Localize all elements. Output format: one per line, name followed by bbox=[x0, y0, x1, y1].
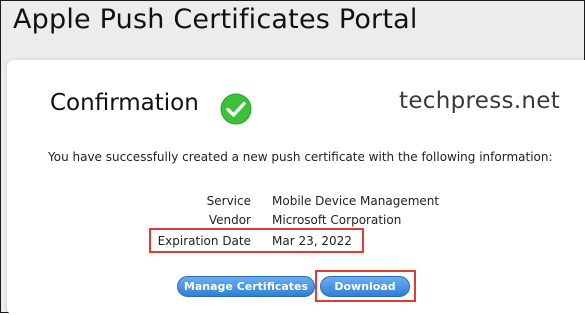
expiration-date-highlight bbox=[149, 228, 364, 253]
confirmation-heading: Confirmation bbox=[50, 90, 199, 116]
checkmark-icon bbox=[220, 93, 252, 125]
vendor-value: Microsoft Corporation bbox=[272, 213, 402, 227]
success-message: You have successfully created a new push… bbox=[48, 150, 553, 164]
page-title: Apple Push Certificates Portal bbox=[13, 4, 418, 35]
vendor-label: Vendor bbox=[208, 213, 251, 227]
manage-certificates-button[interactable]: Manage Certificates bbox=[177, 276, 315, 297]
service-value: Mobile Device Management bbox=[272, 194, 440, 208]
download-highlight bbox=[315, 270, 416, 302]
watermark-text: techpress.net bbox=[399, 88, 561, 114]
service-label: Service bbox=[206, 194, 251, 208]
